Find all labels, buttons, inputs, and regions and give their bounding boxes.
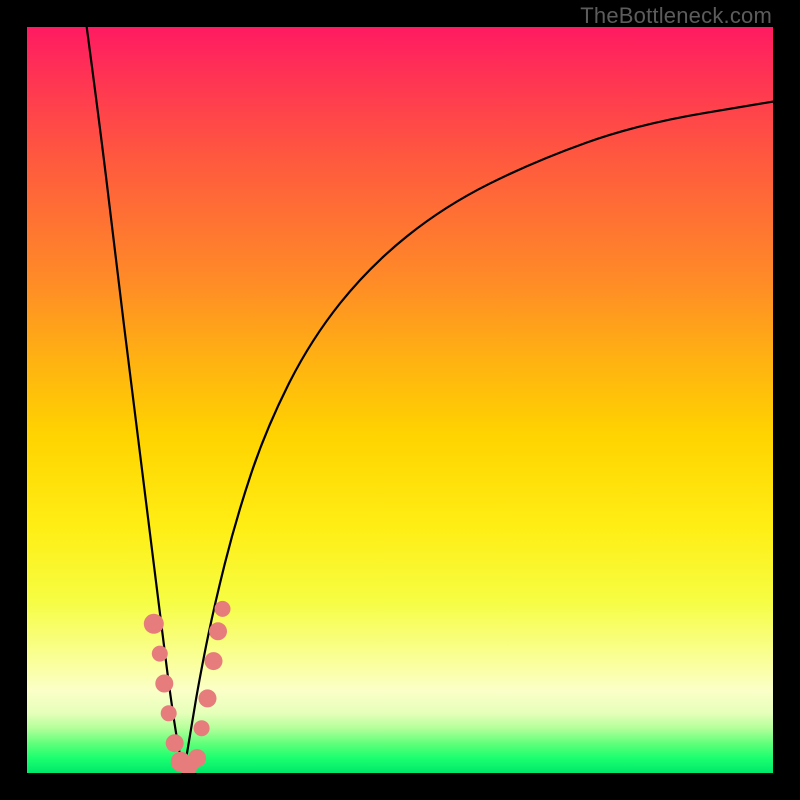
marker-point bbox=[161, 705, 177, 721]
marker-point bbox=[188, 749, 206, 767]
marker-point bbox=[166, 734, 184, 752]
curve-right-branch bbox=[184, 102, 773, 773]
marker-point bbox=[199, 689, 217, 707]
marker-point bbox=[215, 601, 231, 617]
marker-point bbox=[152, 646, 168, 662]
marker-point bbox=[155, 675, 173, 693]
marker-point bbox=[209, 622, 227, 640]
bottleneck-curve bbox=[27, 27, 773, 773]
marker-point bbox=[194, 720, 210, 736]
chart-frame: TheBottleneck.com bbox=[0, 0, 800, 800]
marker-point bbox=[205, 652, 223, 670]
curve-left-branch bbox=[87, 27, 184, 773]
watermark-text: TheBottleneck.com bbox=[580, 3, 772, 29]
marker-point bbox=[144, 614, 164, 634]
plot-area bbox=[27, 27, 773, 773]
